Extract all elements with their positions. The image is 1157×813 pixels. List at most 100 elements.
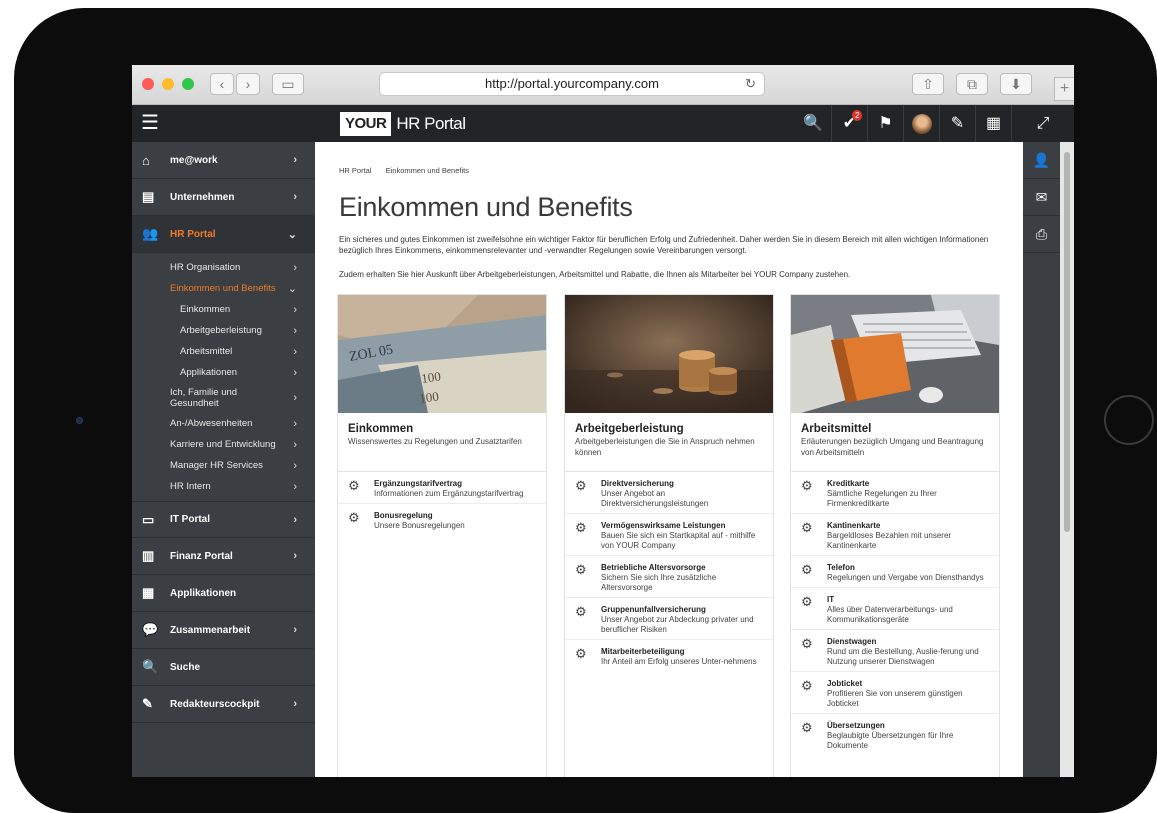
search-icon[interactable]: 🔍: [795, 105, 831, 142]
breadcrumb: HR Portal Einkommen und Benefits: [339, 166, 481, 175]
avatar-button[interactable]: [903, 105, 939, 142]
pencil-icon: ✎: [142, 696, 153, 711]
sidebar-subitem-einkommen[interactable]: Einkommen ›: [132, 299, 315, 320]
back-icon[interactable]: ‹: [210, 73, 234, 95]
list-item[interactable]: ⚙ Mitarbeiterbeteiligung Ihr Anteil am Erf…: [565, 640, 773, 671]
sidebar-item-it-portal[interactable]: ▭ IT Portal ›: [132, 501, 315, 538]
list-item[interactable]: ⚙ Direktversicherung Unser Angebot an Dire…: [565, 472, 773, 514]
list-item[interactable]: ⚙ Dienstwagen Rund um die Bestellung, Ausl…: [791, 630, 999, 672]
share-icon[interactable]: ⇧: [912, 73, 944, 95]
card-description: Arbeitgeberleistungen die Sie in Anspruc…: [575, 437, 755, 457]
card-link-list: ⚙ Ergänzungstarifvertrag Informationen zum…: [338, 471, 546, 535]
minimize-window-icon[interactable]: [162, 78, 174, 90]
print-icon[interactable]: ⎙: [1023, 216, 1060, 253]
sidebar-item-suche[interactable]: 🔍 Suche: [132, 649, 315, 686]
gears-icon: ⚙: [801, 636, 813, 651]
mail-icon[interactable]: ✉: [1023, 179, 1060, 216]
chevron-right-icon: ›: [293, 480, 297, 493]
chevron-right-icon: ›: [293, 391, 297, 404]
hamburger-menu-icon[interactable]: ☰: [132, 105, 168, 142]
download-icon[interactable]: ⬇: [1000, 73, 1032, 95]
chevron-right-icon: ›: [293, 624, 297, 636]
list-item[interactable]: ⚙ Kantinenkarte Bargeldloses Bezahlen mit …: [791, 514, 999, 556]
breadcrumb-item[interactable]: HR Portal: [339, 166, 372, 175]
sidebar-subitem-arbeitsmittel[interactable]: Arbeitsmittel ›: [132, 341, 315, 362]
gears-icon: ⚙: [575, 520, 587, 535]
new-tab-icon[interactable]: +: [1054, 77, 1074, 101]
sidebar-item-redakteurscockpit[interactable]: ✎ Redakteurscockpit ›: [132, 686, 315, 723]
scrollbar[interactable]: [1060, 142, 1074, 777]
list-item[interactable]: ⚙ Übersetzungen Beglaubigte Übersetzungen …: [791, 714, 999, 755]
card-title[interactable]: Arbeitgeberleistung: [575, 423, 763, 435]
expand-icon[interactable]: ⤢: [1011, 105, 1074, 142]
front-camera: [76, 417, 83, 424]
portal-logo[interactable]: YOUR HR Portal: [340, 111, 466, 136]
list-item[interactable]: ⚙ Ergänzungstarifvertrag Informationen zum…: [338, 472, 546, 504]
list-item[interactable]: ⚙ Betriebliche Altersvorsorge Sichern Sie …: [565, 556, 773, 598]
gears-icon: ⚙: [801, 562, 813, 577]
sidebar-subitem-manager-hr-services[interactable]: Manager HR Services ›: [132, 455, 315, 476]
sidebar-item-unternehmen[interactable]: ▤ Unternehmen ›: [132, 179, 315, 216]
gears-icon: ⚙: [801, 720, 813, 735]
gears-icon: ⚙: [348, 510, 360, 525]
chat-icon: 💬: [142, 622, 159, 637]
sidebar-subitem-arbeitgeberleistung[interactable]: Arbeitgeberleistung ›: [132, 320, 315, 341]
card-title[interactable]: Einkommen: [348, 423, 536, 435]
sidebar-item-me-at-work[interactable]: ⌂ me@work ›: [132, 142, 315, 179]
chevron-right-icon: ›: [293, 345, 297, 358]
breadcrumb-item[interactable]: Einkommen und Benefits: [386, 166, 469, 175]
tablet-frame: ‹ › ▭ http://portal.yourcompany.com ↻ ⇧ …: [14, 8, 1157, 813]
tabs-overview-icon[interactable]: ⧉: [956, 73, 988, 95]
gears-icon: ⚙: [575, 562, 587, 577]
chevron-right-icon: ›: [293, 366, 297, 379]
gears-icon: ⚙: [801, 478, 813, 493]
chevron-right-icon: ›: [293, 324, 297, 337]
reload-icon[interactable]: ↻: [745, 73, 756, 95]
home-button[interactable]: [1104, 395, 1154, 445]
sidebar-subitem-applikationen[interactable]: Applikationen ›: [132, 362, 315, 383]
sidebar-item-hr-portal[interactable]: 👥 HR Portal ⌄: [132, 216, 315, 253]
gears-icon: ⚙: [801, 678, 813, 693]
tasks-button[interactable]: ✔ 2: [831, 105, 867, 142]
sidebar-item-applikationen[interactable]: ▦ Applikationen: [132, 575, 315, 612]
sidebar-subitem-hr-intern[interactable]: HR Intern ›: [132, 476, 315, 497]
sidebar-item-label: Applikationen: [170, 587, 237, 599]
card-title[interactable]: Arbeitsmittel: [801, 423, 989, 435]
scrollbar-thumb[interactable]: [1064, 152, 1070, 532]
apps-grid-icon[interactable]: ▦: [975, 105, 1011, 142]
forward-icon[interactable]: ›: [236, 73, 260, 95]
sidebar-subitem-abwesenheiten[interactable]: An-/Abwesenheiten ›: [132, 413, 315, 434]
sidebar-item-label: Suche: [170, 661, 201, 673]
list-item[interactable]: ⚙ Jobticket Profitieren Sie von unserem gü…: [791, 672, 999, 714]
card-link-list: ⚙ Direktversicherung Unser Angebot an Dire…: [565, 471, 773, 671]
sidebar-item-zusammenarbeit[interactable]: 💬 Zusammenarbeit ›: [132, 612, 315, 649]
flag-icon[interactable]: ⚑: [867, 105, 903, 142]
sidebar: ⌂ me@work › ▤ Unternehmen › 👥 HR Portal …: [132, 142, 315, 777]
hr-portal-submenu: HR Organisation › Einkommen und Benefits ⌄…: [132, 253, 315, 501]
zoom-window-icon[interactable]: [182, 78, 194, 90]
user-icon[interactable]: 👤: [1023, 142, 1060, 179]
sidebar-subitem-familie-gesundheit[interactable]: Ich, Familie und Gesundheit ›: [132, 383, 315, 413]
edit-icon[interactable]: ✎: [939, 105, 975, 142]
close-window-icon[interactable]: [142, 78, 154, 90]
logo-your: YOUR: [340, 111, 392, 136]
sidebar-subitem-karriere[interactable]: Karriere und Entwicklung ›: [132, 434, 315, 455]
users-icon: 👥: [142, 226, 159, 241]
sidebar-item-finanz-portal[interactable]: ▥ Finanz Portal ›: [132, 538, 315, 575]
sidebar-toggle-icon[interactable]: ▭: [272, 73, 304, 95]
card-description: Wissenswertes zu Regelungen und Zusatzta…: [348, 437, 522, 446]
list-item[interactable]: ⚙ Bonusregelung Unsere Bonusregelungen: [338, 504, 546, 535]
intro-paragraph: Ein sicheres und gutes Einkommen ist zwe…: [339, 235, 989, 255]
list-item[interactable]: ⚙ Gruppenunfallversicherung Unser Angebot …: [565, 598, 773, 640]
desk-image: [791, 295, 999, 413]
list-item[interactable]: ⚙ Telefon Regelungen und Vergabe von Diens…: [791, 556, 999, 588]
sidebar-subitem-hr-organisation[interactable]: HR Organisation ›: [132, 257, 315, 278]
app-header: ☰ YOUR HR Portal 🔍 ✔ 2 ⚑ ✎ ▦ ⤢: [132, 105, 1074, 142]
sidebar-subitem-einkommen-und-benefits[interactable]: Einkommen und Benefits ⌄: [132, 278, 315, 299]
list-item[interactable]: ⚙ Kreditkarte Sämtliche Regelungen zu Ihre…: [791, 472, 999, 514]
list-item[interactable]: ⚙ IT Alles über Datenverarbeitungs- und Ko…: [791, 588, 999, 630]
card-description: Erläuterungen bezüglich Umgang und Beant…: [801, 437, 984, 457]
chevron-right-icon: ›: [293, 698, 297, 710]
url-bar[interactable]: http://portal.yourcompany.com ↻: [379, 72, 765, 96]
list-item[interactable]: ⚙ Vermögenswirksame Leistungen Bauen Sie s…: [565, 514, 773, 556]
